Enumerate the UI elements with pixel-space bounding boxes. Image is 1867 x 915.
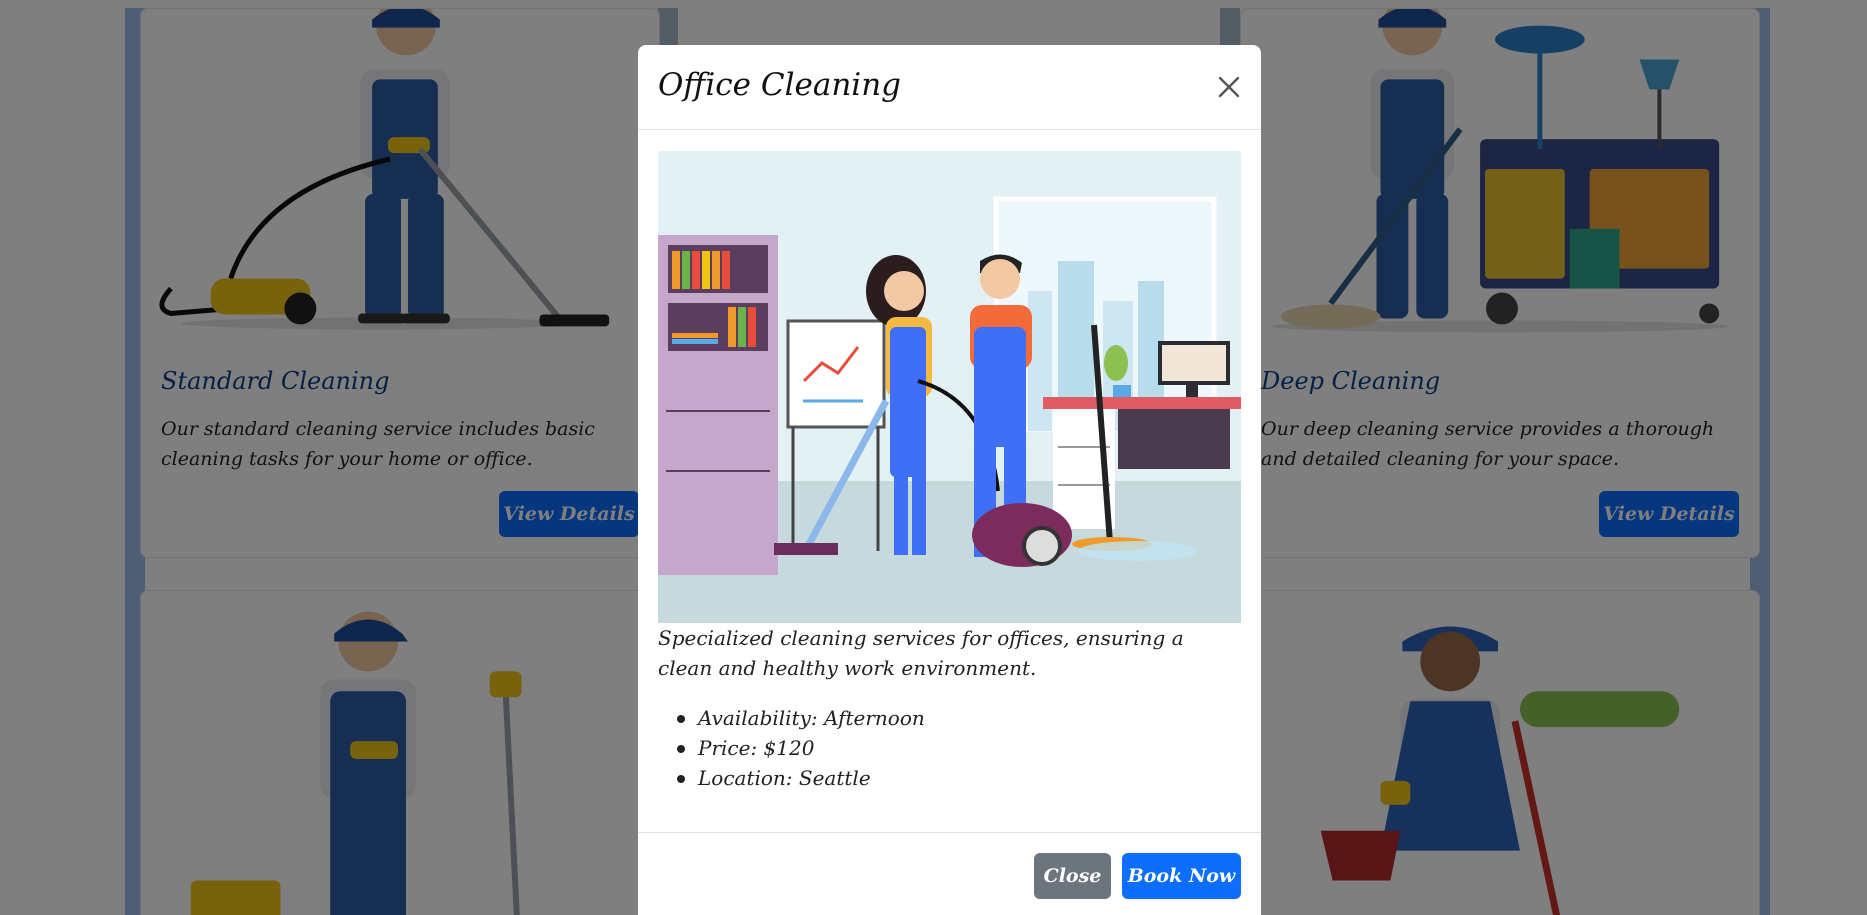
office-cleaning-illustration bbox=[658, 151, 1241, 623]
modal-description: Specialized cleaning services for office… bbox=[658, 626, 1184, 680]
location-item: Location: Seattle bbox=[658, 763, 1241, 793]
modal-footer: Close Book Now bbox=[638, 832, 1261, 915]
availability-item: Availability: Afternoon bbox=[658, 703, 1241, 733]
close-button[interactable]: Close bbox=[1034, 853, 1111, 899]
price-item: Price: $120 bbox=[658, 733, 1241, 763]
close-icon[interactable] bbox=[1213, 71, 1245, 103]
modal-title: Office Cleaning bbox=[658, 67, 902, 103]
service-detail-modal: Office Cleaning Specialized cleaning ser… bbox=[638, 45, 1261, 915]
modal-header: Office Cleaning bbox=[638, 45, 1261, 130]
book-now-button[interactable]: Book Now bbox=[1122, 853, 1241, 899]
service-details-list: Availability: Afternoon Price: $120 Loca… bbox=[658, 703, 1241, 793]
